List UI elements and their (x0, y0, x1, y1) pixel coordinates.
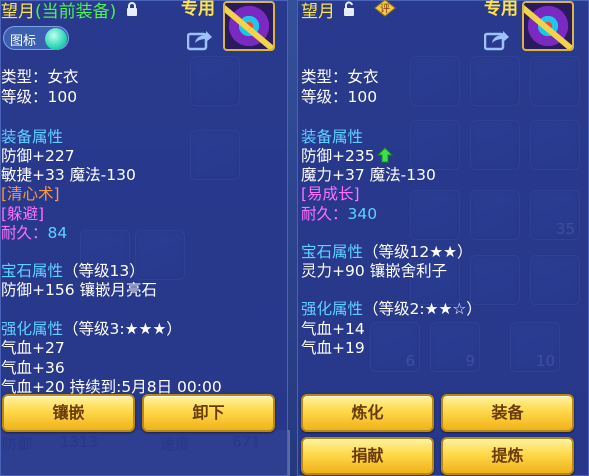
item-name: 望月 (301, 2, 335, 22)
compare-equipment-tooltip: 望月 评 专用 类型：女衣 等级：100 装备属性 防御+235 魔力+37 魔… (297, 0, 589, 476)
item-name-header: 望月 (301, 0, 335, 22)
skill-tag: [清心术] (1, 185, 60, 203)
enhance-line: 气血+19 (301, 339, 365, 357)
unlock-icon (344, 1, 354, 16)
lock-icon (127, 2, 137, 16)
durability-value: 84 (47, 224, 68, 242)
item-name-header: 望月(当前装备) (1, 0, 116, 22)
gem-attr-line: 防御+156 镶嵌月亮石 (1, 281, 157, 299)
exclusive-badge: 专用 (484, 0, 518, 19)
share-icon[interactable] (187, 29, 213, 51)
enhance-attr-title: 强化属性 (301, 300, 364, 318)
item-name: 望月 (1, 2, 35, 22)
enhance-level: （等级3:★★★） (63, 320, 182, 338)
skill-tag: [易成长] (301, 185, 360, 203)
durability-value: 340 (347, 205, 378, 223)
durability: 耐久：340 (301, 202, 377, 224)
equip-button[interactable]: 装备 (441, 394, 574, 432)
current-equipment-tooltip: 望月(当前装备) 专用 图标 类型：女衣 等级：100 装备属性 防御+227 … (0, 0, 288, 476)
durability: 耐久：84 (1, 221, 67, 243)
item-type: 类型：女衣 (301, 68, 379, 86)
enhance-level: （等级2:★★☆） (363, 300, 482, 318)
share-icon[interactable] (484, 29, 510, 51)
increase-arrow-icon (376, 147, 393, 163)
item-portrait (522, 1, 574, 51)
item-type: 类型：女衣 (1, 68, 79, 86)
exclusive-badge: 专用 (181, 0, 215, 19)
unload-button[interactable]: 卸下 (142, 394, 275, 432)
inlay-button[interactable]: 镶嵌 (2, 394, 135, 432)
item-portrait (223, 1, 275, 51)
gem-attr-line: 灵力+90 镶嵌舍利子 (301, 262, 448, 280)
rating-seal-text: 评 (380, 3, 390, 15)
donate-button[interactable]: 捐献 (301, 437, 434, 475)
durability-label: 耐久： (301, 205, 348, 223)
item-level: 等级：100 (1, 88, 78, 106)
enhance-line: 气血+27 (1, 339, 65, 357)
extract-button[interactable]: 提炼 (441, 437, 574, 475)
enhance-attr-header: 强化属性（等级2:★★☆） (301, 297, 482, 319)
item-level: 等级：100 (301, 88, 378, 106)
current-equipped-tag: (当前装备) (35, 2, 117, 22)
rating-seal-icon: 评 (374, 0, 396, 17)
icon-toggle[interactable]: 图标 (3, 26, 69, 50)
toggle-knob[interactable] (45, 28, 67, 50)
refine-button[interactable]: 炼化 (301, 394, 434, 432)
icon-toggle-label: 图标 (10, 34, 37, 49)
durability-label: 耐久： (1, 224, 48, 242)
